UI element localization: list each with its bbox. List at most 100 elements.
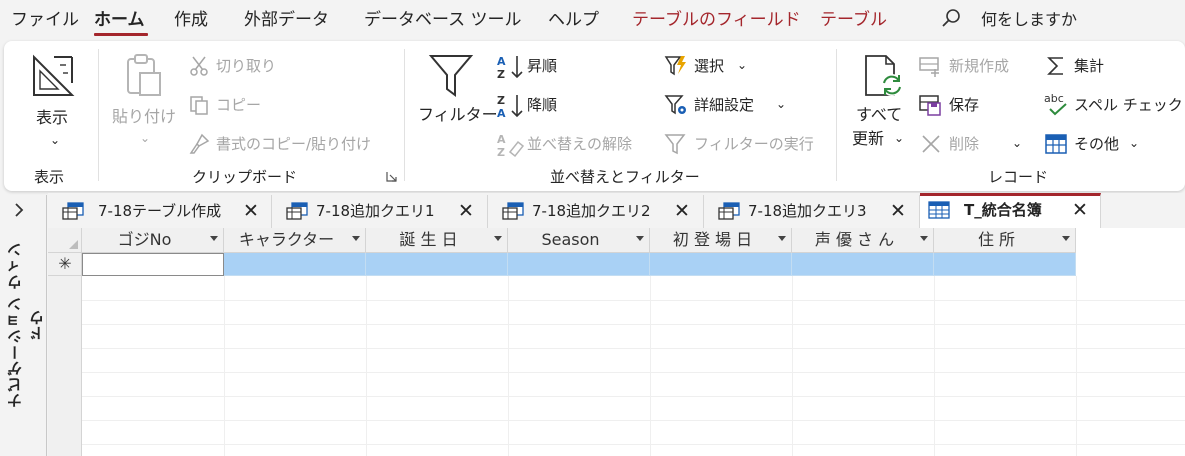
tab-file[interactable]: ファイル [11, 9, 79, 31]
spelling-button[interactable]: スペル チェック [1074, 95, 1183, 115]
copy-icon [190, 96, 208, 115]
dropdown-arrow-icon[interactable] [1062, 236, 1070, 241]
delete-record-button[interactable]: 削除 [949, 134, 979, 154]
copy-button[interactable]: コピー [216, 95, 261, 115]
access-window: ファイル ホーム 作成 外部データ データベース ツール ヘルプ テーブルのフィ… [0, 0, 1185, 456]
doc-tab-label[interactable]: 7-18テーブル作成 [98, 201, 221, 221]
records-group-label: レコード [988, 168, 1049, 186]
totals-icon [1047, 57, 1063, 75]
toggle-filter-button[interactable]: フィルターの実行 [694, 134, 814, 154]
chevron-down-icon[interactable]: ⌄ [737, 58, 747, 72]
doc-tab-query[interactable]: 7-18追加クエリ1 ✕ [272, 195, 488, 228]
new-record-cell[interactable] [224, 253, 366, 276]
svg-text:A: A [497, 133, 506, 146]
group-separator [98, 49, 99, 181]
view-group-label: 表示 [34, 168, 65, 186]
column-header[interactable]: 声 優 さ ん [792, 228, 934, 253]
new-record-cell[interactable] [650, 253, 792, 276]
record-selector-column[interactable] [48, 253, 82, 456]
tell-me-search[interactable]: 何をしますか [981, 9, 1077, 31]
new-record-cell[interactable] [366, 253, 508, 276]
doc-tab-query[interactable]: 7-18追加クエリ2 ✕ [488, 195, 704, 228]
dropdown-arrow-icon[interactable] [210, 236, 218, 241]
sort-ascending-button[interactable]: 昇順 [527, 56, 557, 76]
dropdown-arrow-icon[interactable] [352, 236, 360, 241]
new-record-cell[interactable] [82, 253, 224, 276]
doc-tab-query[interactable]: 7-18追加クエリ3 ✕ [704, 195, 920, 228]
column-header[interactable]: 誕 生 日 [366, 228, 508, 253]
refresh-all-label[interactable]: 更新 [852, 129, 884, 149]
new-record-cell[interactable] [792, 253, 934, 276]
chevron-down-icon[interactable]: ⌄ [776, 97, 786, 111]
new-record-cell[interactable] [508, 253, 650, 276]
close-icon[interactable]: ✕ [890, 200, 906, 222]
paste-icon [127, 54, 161, 96]
new-record-selector[interactable]: ✳ [48, 253, 82, 276]
doc-tab-label[interactable]: 7-18追加クエリ2 [532, 201, 651, 221]
dropdown-arrow-icon[interactable] [636, 236, 644, 241]
new-record-cell[interactable] [934, 253, 1076, 276]
selection-filter-icon [664, 56, 686, 76]
svg-text:A: A [497, 55, 506, 68]
column-header[interactable]: キャラクター [224, 228, 366, 253]
tab-database-tools[interactable]: データベース ツール [364, 9, 522, 31]
tab-help[interactable]: ヘルプ [548, 9, 599, 31]
doc-tab-label[interactable]: 7-18追加クエリ1 [316, 201, 435, 221]
column-header[interactable]: 初 登 場 日 [650, 228, 792, 253]
tab-home[interactable]: ホーム [94, 9, 145, 31]
paste-button[interactable]: 貼り付け [112, 107, 176, 127]
tab-create[interactable]: 作成 [174, 9, 208, 31]
group-separator [404, 49, 405, 181]
dropdown-arrow-icon[interactable] [494, 236, 502, 241]
gridline [82, 324, 1185, 325]
remove-sort-button[interactable]: 並べ替えの解除 [527, 134, 632, 154]
view-button[interactable]: 表示 [36, 108, 68, 128]
expand-chevron-icon[interactable] [9, 200, 29, 220]
column-header[interactable]: Season [508, 228, 650, 253]
column-header-label: ゴジNo [117, 230, 172, 249]
format-painter-button[interactable]: 書式のコピー/貼り付け [216, 134, 371, 154]
search-icon[interactable] [940, 8, 962, 30]
more-button[interactable]: その他 [1074, 134, 1119, 154]
selection-button[interactable]: 選択 [694, 56, 724, 76]
totals-button[interactable]: 集計 [1074, 56, 1104, 76]
advanced-filter-icon [664, 95, 686, 115]
close-icon[interactable]: ✕ [1072, 199, 1088, 221]
cut-button[interactable]: 切り取り [216, 56, 276, 76]
chevron-down-icon[interactable]: ⌄ [1012, 136, 1022, 150]
new-record-button[interactable]: 新規作成 [949, 56, 1009, 76]
doc-tab-table-active[interactable]: T_統合名簿 ✕ [920, 193, 1101, 228]
chevron-down-icon[interactable]: ⌄ [50, 133, 60, 147]
doc-tab-label[interactable]: 7-18追加クエリ3 [748, 201, 867, 221]
column-header[interactable]: ゴジNo [82, 228, 224, 253]
filter-button[interactable]: フィルター [418, 105, 498, 125]
dropdown-arrow-icon[interactable] [920, 236, 928, 241]
chevron-down-icon[interactable]: ⌄ [140, 131, 150, 145]
gridline [82, 396, 1185, 397]
sort-descending-button[interactable]: 降順 [527, 95, 557, 115]
tab-table-fields[interactable]: テーブルのフィールド [632, 9, 801, 31]
column-header-label: 誕 生 日 [399, 230, 458, 249]
doc-tab-query[interactable]: 7-18テーブル作成 ✕ [48, 195, 272, 228]
close-icon[interactable]: ✕ [243, 200, 259, 222]
refresh-all-button[interactable]: すべて [856, 105, 902, 125]
close-icon[interactable]: ✕ [458, 200, 474, 222]
select-all-corner[interactable] [48, 228, 82, 253]
tab-external-data[interactable]: 外部データ [244, 9, 329, 31]
save-record-button[interactable]: 保存 [949, 95, 979, 115]
svg-text:abc: abc [1044, 92, 1064, 105]
doc-tab-label[interactable]: T_統合名簿 [964, 200, 1042, 220]
navigation-pane-label[interactable]: ナビゲーション ウィンドウ [4, 235, 48, 415]
navigation-pane[interactable]: ナビゲーション ウィンドウ [0, 195, 47, 456]
chevron-down-icon[interactable]: ⌄ [894, 131, 904, 145]
chevron-down-icon[interactable]: ⌄ [1129, 136, 1139, 150]
tab-table[interactable]: テーブル [820, 9, 887, 31]
svg-text:Z: Z [497, 146, 505, 158]
gridline [82, 372, 1185, 373]
datasheet[interactable]: ゴジNo キャラクター 誕 生 日 Season 初 登 場 日 声 優 さ ん… [48, 228, 1185, 456]
column-header[interactable]: 住 所 [934, 228, 1076, 253]
dialog-launcher-icon[interactable] [386, 171, 397, 182]
close-icon[interactable]: ✕ [674, 200, 690, 222]
dropdown-arrow-icon[interactable] [778, 236, 786, 241]
advanced-filter-button[interactable]: 詳細設定 [694, 95, 754, 115]
